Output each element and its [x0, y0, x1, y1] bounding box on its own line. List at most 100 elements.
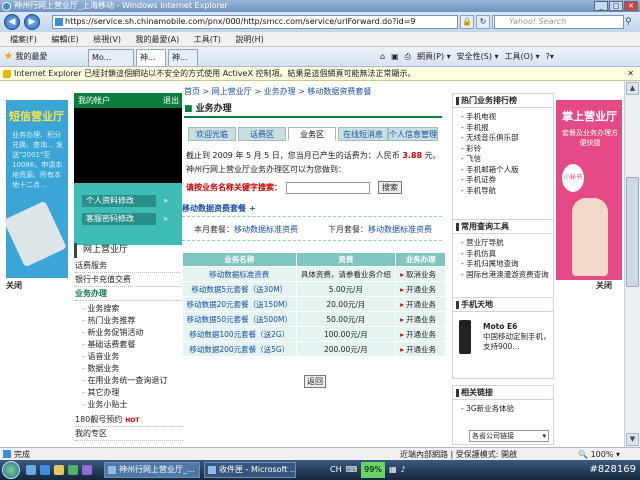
left-ad-banner[interactable]: 短信营业厅 业务办理、积分兑换、查询... 发送"2001"至10086，申请本… — [3, 100, 68, 278]
browser-tab[interactable]: 神... — [136, 49, 166, 66]
cmd-page[interactable]: 網頁(P) ▾ — [417, 50, 451, 64]
ie-quicklaunch-icon[interactable] — [40, 465, 50, 475]
print-icon[interactable]: ⎙ — [405, 50, 411, 64]
nav-sub-basic-plan[interactable]: 基础话费套餐 — [82, 339, 182, 351]
task-outlook[interactable]: 收件匣 - Microsoft ... — [204, 462, 296, 478]
row-op[interactable]: 开通业务 — [395, 341, 446, 357]
back-button[interactable]: 返回 — [304, 375, 326, 388]
nav-item-bank-recharge[interactable]: 银行卡充值交费 — [75, 273, 183, 287]
nav-sub-voice[interactable]: 语音业务 — [82, 351, 182, 363]
browser-tab[interactable]: Mo... — [88, 49, 134, 66]
tool-item[interactable]: 手机仿真 — [453, 249, 553, 260]
row-op[interactable]: 开通业务 — [395, 326, 446, 342]
hot-item[interactable]: 无线音乐俱乐部 — [453, 133, 553, 144]
nav-item-180[interactable]: 180靓号预约 HOT — [75, 413, 183, 427]
menu-view[interactable]: 檢視(V) — [93, 35, 121, 44]
breadcrumb[interactable]: 首页 > 网上营业厅 > 业务办理 > 移动数据资费套餐 — [184, 86, 371, 97]
nav-sub-search[interactable]: 业务搜索 — [82, 303, 182, 315]
tab-business[interactable]: 业务区 — [288, 127, 336, 141]
forward-arrow-icon[interactable]: ▶ — [24, 14, 40, 30]
tool-item[interactable]: 国际台港澳漫游资费查询 — [453, 270, 553, 281]
search-button[interactable]: 搜索 — [378, 181, 402, 194]
search-icon[interactable]: ⚲ — [625, 16, 637, 28]
phone-image[interactable] — [459, 320, 471, 354]
nav-item-zone[interactable]: 我的专区 — [75, 427, 183, 441]
scroll-up-icon[interactable]: ▲ — [626, 82, 639, 95]
search-input[interactable]: Yahoo! Search ⚲ — [494, 15, 632, 29]
rss-icon[interactable]: ▣ — [391, 50, 399, 64]
minimize-button[interactable]: _ — [594, 1, 608, 11]
profile-edit-button[interactable]: 个人资料修改 — [82, 195, 168, 207]
network-icon[interactable]: ▦ — [389, 462, 397, 478]
hot-item[interactable]: 彩铃 — [453, 144, 553, 155]
favorites-button[interactable]: ★ 我的最愛 — [4, 50, 48, 64]
link-item[interactable]: 3G新业务体验 — [453, 404, 553, 415]
row-name[interactable]: 移动数据20元套餐（送150M） — [182, 296, 297, 312]
language-indicator[interactable]: CH — [330, 462, 342, 478]
menu-edit[interactable]: 編輯(E) — [51, 35, 78, 44]
tab-sms[interactable]: 在线短消息 — [338, 127, 388, 141]
phone-text[interactable]: Moto E6 中国移动定制手机，支持900... — [483, 322, 551, 352]
right-ad-close[interactable]: 关闭 — [596, 280, 612, 291]
nav-item-business[interactable]: 业务办理 — [75, 287, 183, 301]
row-op[interactable]: 开通业务 — [395, 281, 446, 297]
show-desktop-icon[interactable] — [26, 465, 36, 475]
menu-favorites[interactable]: 我的最愛(A) — [136, 35, 180, 44]
folder-quicklaunch-icon[interactable] — [54, 465, 64, 475]
hot-item[interactable]: 手机导航 — [453, 186, 553, 197]
scroll-thumb[interactable] — [626, 177, 639, 287]
cmd-safety[interactable]: 安全性(S) ▾ — [457, 50, 499, 64]
hot-item[interactable]: 手机邮箱个人版 — [453, 165, 553, 176]
keyboard-icon[interactable]: ⌨ — [346, 462, 358, 478]
row-op[interactable]: 开通业务 — [395, 311, 446, 327]
info-bar-close-icon[interactable]: ✕ — [627, 67, 634, 81]
left-ad-close[interactable]: 关闭 — [6, 280, 22, 291]
close-window-button[interactable]: ✕ — [624, 1, 638, 11]
tool-item[interactable]: 手机归属地查询 — [453, 259, 553, 270]
tab-welcome[interactable]: 欢迎光临 — [188, 127, 236, 141]
row-name[interactable]: 移动数据200元套餐（送5G） — [182, 341, 297, 357]
address-bar[interactable]: https://service.sh.chinamobile.com/pnx/0… — [52, 15, 458, 29]
menu-help[interactable]: 說明(H) — [235, 35, 263, 44]
battery-indicator[interactable]: 99% — [361, 462, 385, 478]
nav-sub-promo[interactable]: 新业务促销活动 — [82, 327, 182, 339]
messenger-quicklaunch-icon[interactable] — [82, 465, 92, 475]
nav-sub-other[interactable]: 其它办理 — [82, 387, 182, 399]
start-button[interactable] — [2, 461, 20, 479]
province-links-select[interactable]: 各省公司链接 — [469, 430, 549, 442]
row-name[interactable]: 移动数据100元套餐（送2G） — [182, 326, 297, 342]
refresh-icon[interactable]: ↻ — [476, 15, 490, 29]
menu-file[interactable]: 檔案(F) — [10, 35, 37, 44]
hot-item[interactable]: 手机报 — [453, 123, 553, 134]
row-name[interactable]: 移动数据50元套餐（送500M） — [182, 311, 297, 327]
nav-sub-inquiry[interactable]: 在用业务统一查询退订 — [82, 375, 182, 387]
row-name[interactable]: 移动数据标准资费 — [182, 266, 297, 282]
hot-item[interactable]: 飞信 — [453, 154, 553, 165]
home-icon[interactable]: ⌂ — [380, 50, 385, 64]
vertical-scrollbar[interactable]: ▲ ▼ — [624, 81, 640, 447]
logout-link[interactable]: 退出 — [163, 93, 179, 108]
tool-item[interactable]: 营业厅导航 — [453, 238, 553, 249]
tab-personal[interactable]: 个人信息管理 — [388, 127, 438, 141]
tab-bill[interactable]: 话费区 — [238, 127, 286, 141]
cmd-tools[interactable]: 工具(O) ▾ — [505, 50, 540, 64]
media-quicklaunch-icon[interactable] — [68, 465, 78, 475]
row-op[interactable]: 取消业务 — [395, 266, 446, 282]
browser-tab[interactable]: 神... — [168, 49, 198, 66]
nav-sub-data[interactable]: 数据业务 — [82, 363, 182, 375]
volume-icon[interactable]: ♪ — [401, 462, 406, 478]
task-ie[interactable]: 神州行网上营业厅_... — [104, 462, 200, 478]
maximize-button[interactable]: □ — [609, 1, 623, 11]
right-ad-banner[interactable]: 掌上营业厅 套餐及业务办理方便快捷 小秘书 — [556, 100, 622, 280]
hot-item[interactable]: 手机证券 — [453, 175, 553, 186]
row-op[interactable]: 开通业务 — [395, 296, 446, 312]
hot-item[interactable]: 手机电视 — [453, 112, 553, 123]
keyword-input[interactable] — [286, 182, 370, 194]
row-name[interactable]: 移动数据5元套餐（送30M） — [182, 281, 297, 297]
cmd-help[interactable]: ?▾ — [546, 50, 554, 64]
nav-sub-hot[interactable]: 热门业务推荐 — [82, 315, 182, 327]
nav-item-bill[interactable]: 话费服务 — [75, 259, 183, 273]
nav-sub-tips[interactable]: 业务小贴士 — [82, 399, 182, 411]
back-arrow-icon[interactable]: ◀ — [4, 14, 20, 30]
lock-icon[interactable]: 🔒 — [460, 15, 474, 29]
